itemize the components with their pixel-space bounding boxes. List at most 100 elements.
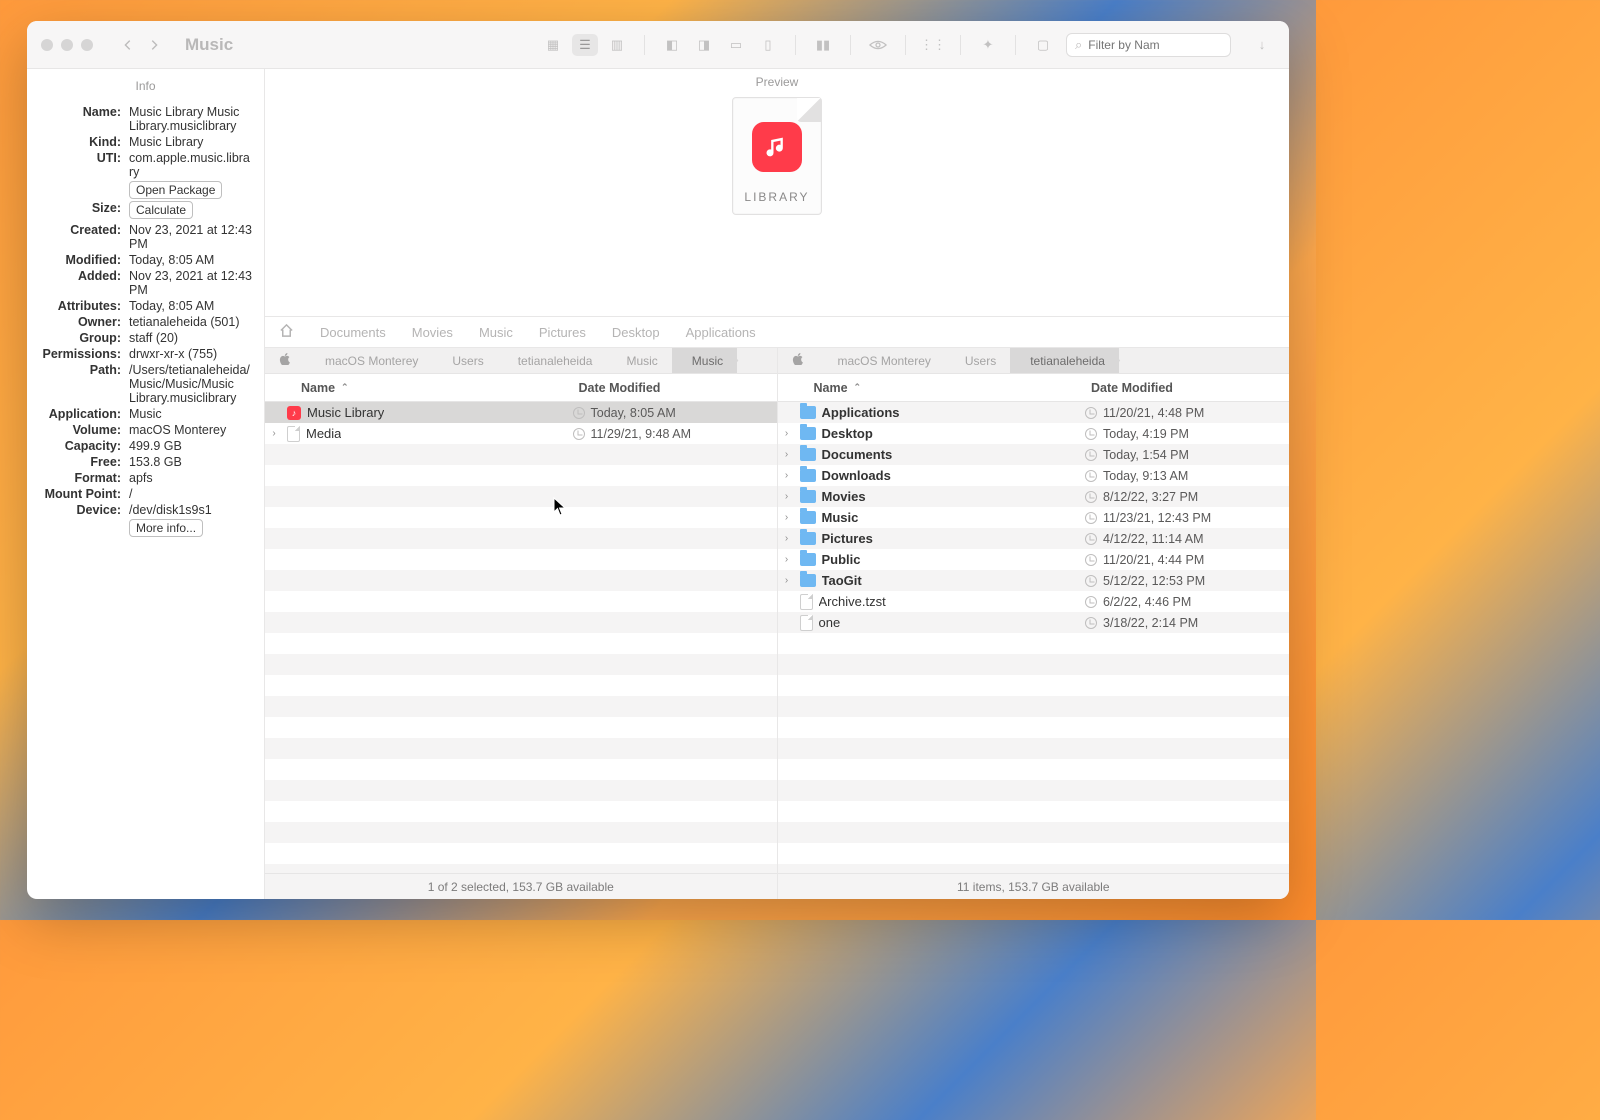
- disclosure-triangle-icon[interactable]: ›: [778, 575, 796, 586]
- favorite-item[interactable]: Pictures: [539, 325, 586, 340]
- left-pane: macOS MontereyUserstetianaleheidaMusicMu…: [265, 347, 777, 899]
- table-row[interactable]: › Pictures 4/12/22, 11:14 AM: [778, 528, 1290, 549]
- folder-icon: [800, 553, 816, 566]
- empty-row: [265, 633, 777, 654]
- table-row[interactable]: › TaoGit 5/12/22, 12:53 PM: [778, 570, 1290, 591]
- empty-row: [778, 654, 1290, 675]
- magnifier-icon: ⌕: [1075, 37, 1082, 53]
- empty-row: [778, 675, 1290, 696]
- panel-icon[interactable]: ▯: [755, 34, 781, 56]
- split-right-icon[interactable]: ◨: [691, 34, 717, 56]
- table-row[interactable]: › Documents Today, 1:54 PM: [778, 444, 1290, 465]
- date-modified: Today, 4:19 PM: [1103, 427, 1189, 441]
- file-name: Downloads: [822, 468, 891, 483]
- clock-icon: [1085, 533, 1097, 545]
- search-field[interactable]: ⌕: [1066, 33, 1231, 57]
- disclosure-triangle-icon[interactable]: ›: [778, 470, 796, 481]
- info-value: 153.8 GB: [129, 455, 254, 469]
- path-crumb[interactable]: tetianaleheida: [498, 348, 607, 373]
- empty-row: [265, 654, 777, 675]
- list-view-icon[interactable]: ☰: [572, 34, 598, 56]
- table-row[interactable]: › Media 11/29/21, 9:48 AM: [265, 423, 777, 444]
- date-modified: 11/20/21, 4:48 PM: [1103, 406, 1204, 420]
- favorite-item[interactable]: Desktop: [612, 325, 660, 340]
- table-row[interactable]: › Desktop Today, 4:19 PM: [778, 423, 1290, 444]
- split-left-icon[interactable]: ◧: [659, 34, 685, 56]
- close-icon[interactable]: [41, 39, 53, 51]
- zoom-icon[interactable]: [81, 39, 93, 51]
- folder-icon: [800, 490, 816, 503]
- file-name: Music: [822, 510, 859, 525]
- nav-buttons: [117, 34, 165, 56]
- disclosure-triangle-icon[interactable]: ›: [778, 428, 796, 439]
- favorite-item[interactable]: Music: [479, 325, 513, 340]
- table-row[interactable]: Archive.tzst 6/2/22, 4:46 PM: [778, 591, 1290, 612]
- table-row[interactable]: › Movies 8/12/22, 3:27 PM: [778, 486, 1290, 507]
- path-crumb[interactable]: macOS Monterey: [305, 348, 432, 373]
- calculate-button[interactable]: Calculate: [129, 201, 193, 219]
- icon-view-icon[interactable]: ▦: [540, 34, 566, 56]
- date-modified: 11/23/21, 12:43 PM: [1103, 511, 1211, 525]
- disclosure-triangle-icon[interactable]: ›: [778, 554, 796, 565]
- table-row[interactable]: one 3/18/22, 2:14 PM: [778, 612, 1290, 633]
- arrange-icon[interactable]: ⋮⋮: [920, 34, 946, 56]
- forward-button[interactable]: [143, 34, 165, 56]
- file-name: Applications: [822, 405, 900, 420]
- left-columns: Name ⌃ Date Modified: [265, 374, 777, 402]
- table-row[interactable]: ♪Music Library Today, 8:05 AM: [265, 402, 777, 423]
- table-row[interactable]: › Public 11/20/21, 4:44 PM: [778, 549, 1290, 570]
- info-value: Nov 23, 2021 at 12:43 PM: [129, 269, 254, 297]
- pause-icon[interactable]: ▮▮: [810, 34, 836, 56]
- favorite-item[interactable]: Applications: [686, 325, 756, 340]
- path-crumb[interactable]: macOS Monterey: [818, 348, 945, 373]
- favorite-item[interactable]: Documents: [320, 325, 386, 340]
- left-status: 1 of 2 selected, 153.7 GB available: [265, 873, 777, 899]
- info-label: Kind:: [37, 135, 121, 149]
- apple-icon[interactable]: [279, 353, 291, 368]
- empty-row: [265, 486, 777, 507]
- back-button[interactable]: [117, 34, 139, 56]
- info-value: 499.9 GB: [129, 439, 254, 453]
- disclosure-triangle-icon[interactable]: ›: [778, 512, 796, 523]
- file-name: Documents: [822, 447, 893, 462]
- table-row[interactable]: › Downloads Today, 9:13 AM: [778, 465, 1290, 486]
- clock-icon: [573, 428, 585, 440]
- table-row[interactable]: Applications 11/20/21, 4:48 PM: [778, 402, 1290, 423]
- col-name[interactable]: Name ⌃: [265, 381, 573, 395]
- minimize-icon[interactable]: [61, 39, 73, 51]
- path-crumb[interactable]: Music: [606, 348, 671, 373]
- window-icon[interactable]: ▭: [723, 34, 749, 56]
- path-crumb[interactable]: Music: [672, 348, 737, 373]
- eye-quicklook-icon[interactable]: [865, 34, 891, 56]
- download-arrow-icon[interactable]: ↓: [1249, 34, 1275, 56]
- disclosure-triangle-icon[interactable]: ›: [265, 428, 283, 439]
- path-crumb[interactable]: tetianaleheida: [1010, 348, 1119, 373]
- empty-row: [265, 696, 777, 717]
- file-name: TaoGit: [822, 573, 862, 588]
- disclosure-triangle-icon[interactable]: ›: [778, 491, 796, 502]
- column-view-icon[interactable]: ▥: [604, 34, 630, 56]
- preview-header: Preview: [756, 69, 799, 97]
- info-label: Group:: [37, 331, 121, 345]
- path-crumb[interactable]: Users: [432, 348, 497, 373]
- apple-icon[interactable]: [792, 353, 804, 368]
- spanner-icon[interactable]: ✦: [975, 34, 1001, 56]
- col-date-modified[interactable]: Date Modified: [1085, 381, 1285, 395]
- disclosure-triangle-icon[interactable]: ›: [778, 449, 796, 460]
- clipboard-icon[interactable]: ▢: [1030, 34, 1056, 56]
- col-date-modified[interactable]: Date Modified: [573, 381, 773, 395]
- clock-icon: [1085, 407, 1097, 419]
- open-package-button[interactable]: Open Package: [129, 181, 222, 199]
- table-row[interactable]: › Music 11/23/21, 12:43 PM: [778, 507, 1290, 528]
- home-icon[interactable]: [279, 323, 294, 341]
- music-library-icon: ♪: [287, 406, 301, 420]
- path-crumb[interactable]: Users: [945, 348, 1010, 373]
- more-info-button[interactable]: More info...: [129, 519, 203, 537]
- col-name[interactable]: Name ⌃: [778, 381, 1086, 395]
- file-icon: [287, 426, 300, 442]
- search-input[interactable]: [1088, 38, 1222, 52]
- disclosure-triangle-icon[interactable]: ›: [778, 533, 796, 544]
- info-label: Application:: [37, 407, 121, 421]
- favorite-item[interactable]: Movies: [412, 325, 453, 340]
- date-modified: 6/2/22, 4:46 PM: [1103, 595, 1191, 609]
